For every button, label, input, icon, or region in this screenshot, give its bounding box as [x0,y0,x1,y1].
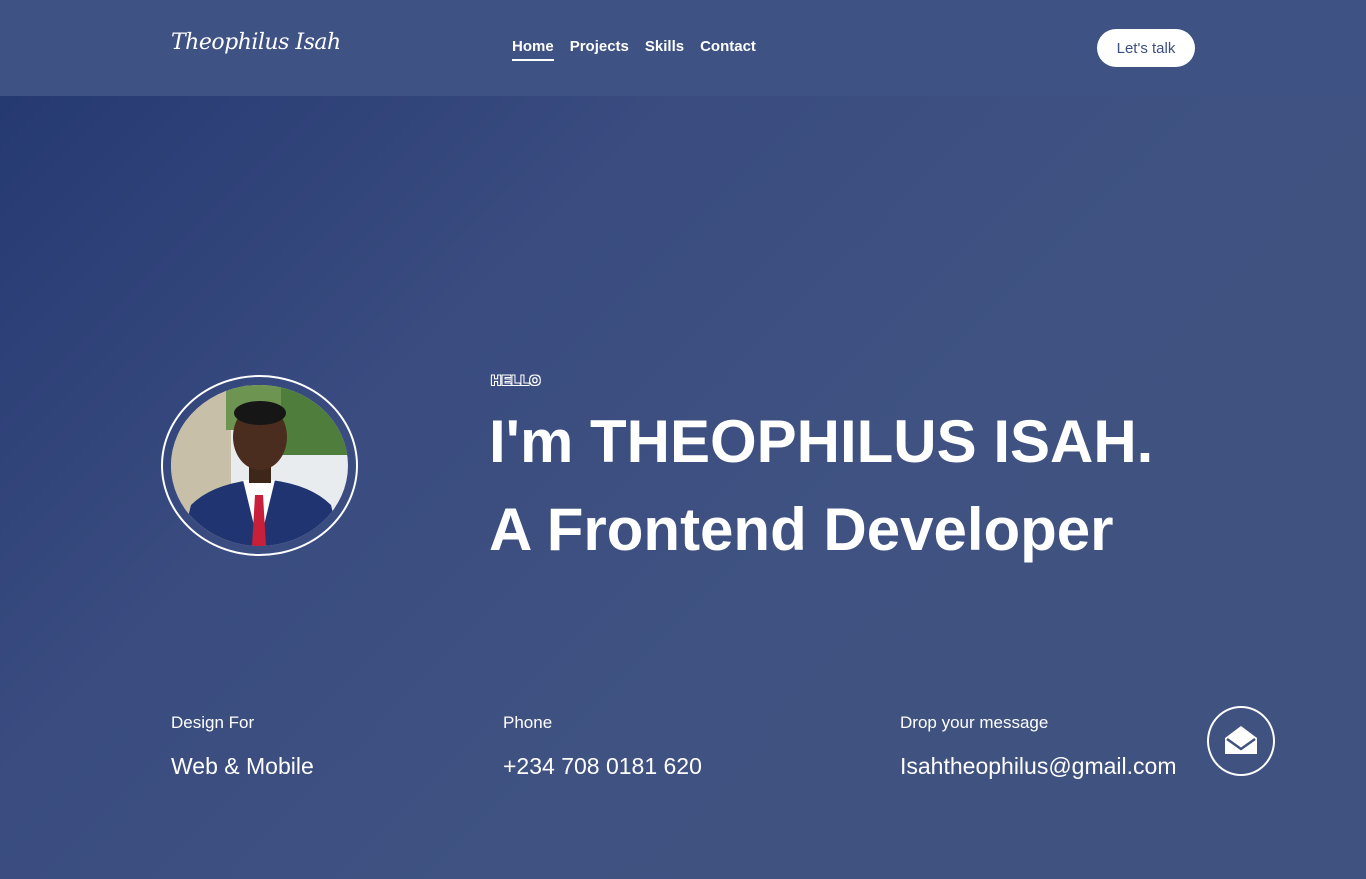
mail-button[interactable] [1207,706,1275,776]
nav-skills[interactable]: Skills [645,38,684,61]
envelope-open-icon [1224,725,1258,758]
nav-home[interactable]: Home [512,38,554,61]
main-nav: Home Projects Skills Contact [512,38,756,61]
nav-contact[interactable]: Contact [700,38,756,61]
headline-line-1: I'm THEOPHILUS ISAH. [489,408,1154,475]
message-label: Drop your message [900,713,1049,732]
nav-projects[interactable]: Projects [570,38,629,61]
design-label: Design For [171,713,255,732]
phone-value[interactable]: +234 708 0181 620 [503,753,702,780]
navbar: Theophilus Isah Home Projects Skills Con… [0,0,1366,96]
lets-talk-button[interactable]: Let's talk [1097,29,1195,67]
email-value[interactable]: Isahtheophilus@gmail.com [900,753,1176,780]
profile-photo [171,385,348,546]
headline-line-2: A Frontend Developer [489,496,1114,563]
design-value: Web & Mobile [171,753,314,779]
brand-logo[interactable]: Theophilus Isah [171,30,341,55]
phone-label: Phone [503,713,553,732]
greeting: HELLO [491,372,541,388]
hero-headline: I'm THEOPHILUS ISAH. A Frontend Develope… [489,398,1153,574]
